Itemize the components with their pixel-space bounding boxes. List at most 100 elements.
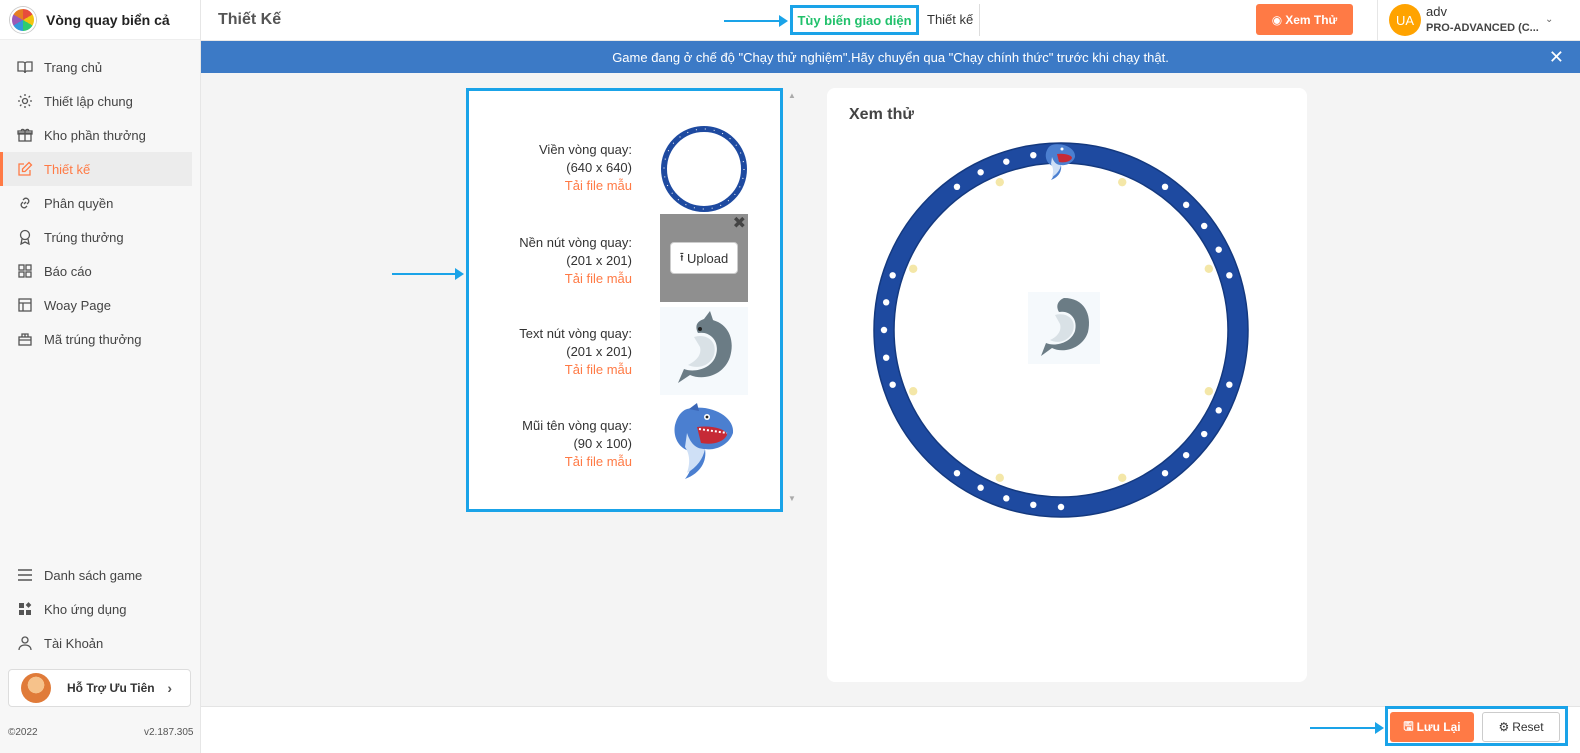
wheel-light <box>1215 246 1222 253</box>
user-icon <box>16 634 34 652</box>
banner-text: Game đang ở chế độ "Chạy thử nghiệm".Hãy… <box>612 49 1169 65</box>
shark-icon <box>678 311 732 383</box>
sidebar-item-game-list[interactable]: Danh sách game <box>0 558 192 592</box>
sidebar-item-label: Kho phần thưởng <box>44 127 146 143</box>
upload-row-label: Mũi tên vòng quay: (90 x 100) Tải file m… <box>472 417 632 471</box>
chevron-down-icon[interactable]: ⌄ <box>1545 14 1553 25</box>
wheel-light <box>880 326 888 334</box>
wheel-light <box>1161 183 1169 191</box>
priority-support-button[interactable]: Hỗ Trợ Ưu Tiên › <box>8 669 191 707</box>
sidebar-item-label: Tài Khoản <box>44 635 104 651</box>
support-agent-avatar <box>21 673 51 703</box>
preview-button[interactable]: ◉ Xem Thử <box>1256 4 1353 35</box>
button-text-thumbnail[interactable] <box>660 307 748 395</box>
tab-customize-ui[interactable]: Tùy biến giao diện <box>790 5 919 35</box>
download-template-link[interactable]: Tải file mẫu <box>472 361 632 379</box>
wheel-light <box>1030 501 1037 509</box>
close-icon[interactable]: ✕ <box>1549 48 1564 66</box>
wheel-light <box>1200 430 1208 438</box>
sidebar-item-winners[interactable]: Trúng thưởng <box>0 220 192 254</box>
center-shark-icon <box>1028 292 1100 364</box>
wheel-light <box>882 354 890 361</box>
sidebar-item-label: Trúng thưởng <box>44 229 124 245</box>
download-template-link[interactable]: Tải file mẫu <box>472 453 632 471</box>
tab-design[interactable]: Thiết kế <box>927 12 973 27</box>
wheel-border-thumbnail[interactable] <box>660 125 748 213</box>
reset-button[interactable]: ⚙ Reset <box>1482 712 1560 742</box>
wheel-light <box>889 381 896 388</box>
wheel-light <box>1226 272 1233 279</box>
wheel-ring-icon <box>661 126 747 212</box>
sidebar-item-settings[interactable]: Thiết lập chung <box>0 84 192 118</box>
sidebar-bottom-nav: Danh sách game Kho ứng dụng Tài Khoản <box>0 558 200 660</box>
save-button-label: Lưu Lại <box>1416 720 1461 734</box>
sidebar-item-prize-codes[interactable]: Mã trúng thưởng <box>0 322 192 356</box>
wheel-light <box>889 272 896 279</box>
test-mode-banner: Game đang ở chế độ "Chạy thử nghiệm".Hãy… <box>201 41 1580 73</box>
gift-icon <box>16 126 34 144</box>
sidebar-item-account[interactable]: Tài Khoản <box>0 626 192 660</box>
copyright: ©2022 <box>8 727 38 738</box>
sidebar-item-label: Danh sách game <box>44 567 143 583</box>
wheel-marker <box>1118 177 1127 187</box>
pointer-thumbnail[interactable] <box>660 399 748 487</box>
scroll-up-arrow[interactable]: ▲ <box>788 91 796 100</box>
sidebar-item-permissions[interactable]: Phân quyền <box>0 186 192 220</box>
scroll-down-arrow[interactable]: ▼ <box>788 494 796 503</box>
sidebar-item-woay-page[interactable]: Woay Page <box>0 288 192 322</box>
wheel-marker <box>1204 387 1214 396</box>
wheel-light <box>977 484 984 491</box>
sidebar-item-app-store[interactable]: Kho ứng dụng <box>0 592 192 626</box>
gear-icon: ⚙ <box>1498 720 1510 734</box>
chevron-right-icon: › <box>167 680 172 696</box>
upload-row-label: Viền vòng quay: (640 x 640) Tải file mẫu <box>472 141 632 195</box>
upload-row-label: Text nút vòng quay: (201 x 201) Tải file… <box>472 325 632 379</box>
row-size: (201 x 201) <box>566 253 632 268</box>
user-name[interactable]: adv <box>1426 4 1447 19</box>
sidebar-item-label: Kho ứng dụng <box>44 601 127 617</box>
download-template-link[interactable]: Tải file mẫu <box>472 177 632 195</box>
wheel-marker <box>995 473 1004 483</box>
action-bar <box>201 706 1580 753</box>
tab-divider <box>979 4 980 36</box>
row-size: (640 x 640) <box>566 160 632 175</box>
preview-title: Xem thử <box>849 106 914 123</box>
wheel-light <box>1200 222 1208 230</box>
row-title: Viền vòng quay: <box>539 142 632 157</box>
asset-upload-panel: Viền vòng quay: (640 x 640) Tải file mẫu… <box>466 88 783 512</box>
sidebar-item-reports[interactable]: Báo cáo <box>0 254 192 288</box>
wheel-marker <box>908 264 918 273</box>
upload-icon: ⭱ <box>679 249 684 264</box>
sidebar-item-design[interactable]: Thiết kế <box>0 152 192 186</box>
wheel-marker <box>1118 473 1127 483</box>
download-template-link[interactable]: Tải file mẫu <box>472 270 632 288</box>
sidebar-nav: Trang chủ Thiết lập chung Kho phần thưởn… <box>0 50 200 356</box>
sidebar-item-rewards[interactable]: Kho phần thưởng <box>0 118 192 152</box>
wheel-light <box>1161 469 1169 477</box>
sidebar-item-label: Báo cáo <box>44 263 92 279</box>
app-logo-icon <box>10 6 36 33</box>
wheel-light <box>1057 503 1065 511</box>
wheel-light <box>977 169 984 176</box>
wheel-marker <box>995 177 1004 187</box>
wheel-light <box>1003 158 1010 165</box>
save-icon: 🖫 <box>1403 718 1414 733</box>
wheel-light <box>1215 407 1222 414</box>
sidebar-item-label: Trang chủ <box>44 59 103 75</box>
sidebar-item-home[interactable]: Trang chủ <box>0 50 192 84</box>
sidebar-item-label: Phân quyền <box>44 195 114 211</box>
sidebar-item-label: Thiết lập chung <box>44 93 133 109</box>
annotation-arrow <box>392 268 464 280</box>
upload-button[interactable]: ⭱ Upload <box>670 242 738 274</box>
ticket-icon <box>16 330 34 348</box>
remove-icon[interactable]: ✖ <box>733 216 746 232</box>
wheel-light <box>1003 495 1010 502</box>
save-button[interactable]: 🖫 Lưu Lại <box>1390 712 1474 742</box>
wheel-light <box>1030 151 1037 159</box>
header-divider <box>1377 0 1378 41</box>
button-bg-dropzone[interactable]: ✖ ⭱ Upload <box>660 214 748 302</box>
avatar[interactable]: UA <box>1389 4 1421 36</box>
brand[interactable]: Vòng quay biển cả <box>0 0 200 40</box>
row-title: Mũi tên vòng quay: <box>522 418 632 433</box>
sidebar: Vòng quay biển cả Trang chủ Thiết lập ch… <box>0 0 201 753</box>
